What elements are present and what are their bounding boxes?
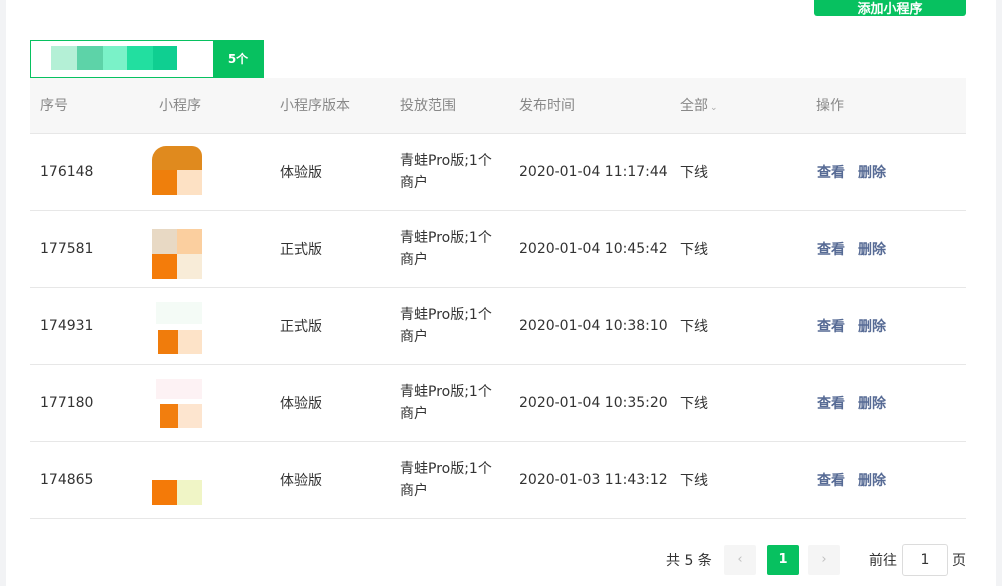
row-version: 体验版 bbox=[280, 165, 322, 181]
goto-suffix-label: 页 bbox=[952, 553, 966, 569]
delete-link[interactable]: 删除 bbox=[858, 316, 886, 336]
delete-link[interactable]: 删除 bbox=[858, 239, 886, 259]
row-actions: 查看 删除 bbox=[817, 134, 899, 210]
header-scope: 投放范围 bbox=[400, 98, 456, 114]
row-scope: 青蛙Pro版;1个商户 bbox=[400, 153, 492, 191]
content-panel: 添加小程序 5个 序号 小程序 小程序版本 投放范围 发布时间 全部 ⌄ 操作 1… bbox=[6, 0, 996, 586]
chevron-left-icon: ‹ bbox=[737, 552, 743, 567]
miniprogram-thumbnail bbox=[152, 298, 202, 354]
delete-link[interactable]: 删除 bbox=[858, 393, 886, 413]
row-actions: 查看 删除 bbox=[817, 442, 899, 518]
table-row: 174931 正式版 青蛙Pro版;1个商户 2020-01-04 10:38:… bbox=[30, 288, 966, 365]
view-link[interactable]: 查看 bbox=[817, 470, 845, 490]
table-header: 序号 小程序 小程序版本 投放范围 发布时间 全部 ⌄ 操作 bbox=[30, 78, 966, 134]
table-row: 176148 体验版 青蛙Pro版;1个商户 2020-01-04 11:17:… bbox=[30, 134, 966, 211]
table-row: 174865 体验版 青蛙Pro版;1个商户 2020-01-03 11:43:… bbox=[30, 442, 966, 519]
page-number-current[interactable]: 1 bbox=[767, 545, 799, 575]
row-status: 下线 bbox=[680, 242, 708, 258]
filter-count-badge: 5个 bbox=[213, 41, 263, 77]
chevron-right-icon: › bbox=[821, 552, 827, 567]
row-scope: 青蛙Pro版;1个商户 bbox=[400, 461, 492, 499]
row-publish-time: 2020-01-04 10:45:42 bbox=[519, 241, 668, 257]
header-operations: 操作 bbox=[816, 98, 844, 114]
add-miniprogram-button[interactable]: 添加小程序 bbox=[814, 0, 966, 16]
row-actions: 查看 删除 bbox=[817, 288, 899, 364]
miniprogram-thumbnail bbox=[152, 375, 202, 431]
header-version: 小程序版本 bbox=[280, 98, 350, 114]
status-filter-label: 全部 bbox=[680, 98, 708, 114]
row-actions: 查看 删除 bbox=[817, 365, 899, 441]
row-status: 下线 bbox=[680, 319, 708, 335]
row-version: 正式版 bbox=[280, 319, 322, 335]
row-status: 下线 bbox=[680, 165, 708, 181]
goto-page-input[interactable] bbox=[902, 544, 948, 576]
row-status: 下线 bbox=[680, 473, 708, 489]
next-page-button[interactable]: › bbox=[808, 545, 840, 575]
row-publish-time: 2020-01-04 10:35:20 bbox=[519, 395, 668, 411]
miniprogram-thumbnail bbox=[152, 221, 202, 279]
row-scope: 青蛙Pro版;1个商户 bbox=[400, 230, 492, 268]
row-publish-time: 2020-01-04 11:17:44 bbox=[519, 164, 668, 180]
header-id: 序号 bbox=[40, 98, 68, 114]
pagination-total: 共 5 条 bbox=[666, 553, 712, 569]
view-link[interactable]: 查看 bbox=[817, 239, 845, 259]
miniprogram-filter-tag[interactable]: 5个 bbox=[30, 40, 264, 78]
prev-page-button[interactable]: ‹ bbox=[724, 545, 756, 575]
row-id: 174865 bbox=[40, 472, 94, 488]
table-row: 177180 体验版 青蛙Pro版;1个商户 2020-01-04 10:35:… bbox=[30, 365, 966, 442]
view-link[interactable]: 查看 bbox=[817, 393, 845, 413]
row-publish-time: 2020-01-04 10:38:10 bbox=[519, 318, 668, 334]
filter-name-mosaic bbox=[31, 41, 213, 77]
row-version: 体验版 bbox=[280, 396, 322, 412]
row-actions: 查看 删除 bbox=[817, 211, 899, 287]
table-row: 177581 正式版 青蛙Pro版;1个商户 2020-01-04 10:45:… bbox=[30, 211, 966, 288]
row-id: 176148 bbox=[40, 164, 94, 180]
delete-link[interactable]: 删除 bbox=[858, 470, 886, 490]
row-version: 正式版 bbox=[280, 242, 322, 258]
row-id: 177180 bbox=[40, 395, 94, 411]
row-id: 177581 bbox=[40, 241, 94, 257]
row-status: 下线 bbox=[680, 396, 708, 412]
status-filter-dropdown[interactable]: 全部 ⌄ bbox=[680, 78, 718, 136]
goto-prefix-label: 前往 bbox=[869, 553, 897, 569]
row-version: 体验版 bbox=[280, 473, 322, 489]
chevron-down-icon: ⌄ bbox=[710, 103, 718, 113]
header-publish-time: 发布时间 bbox=[519, 98, 575, 114]
delete-link[interactable]: 删除 bbox=[858, 162, 886, 182]
row-scope: 青蛙Pro版;1个商户 bbox=[400, 307, 492, 345]
view-link[interactable]: 查看 bbox=[817, 162, 845, 182]
row-id: 174931 bbox=[40, 318, 94, 334]
header-miniprogram: 小程序 bbox=[159, 98, 201, 114]
miniprogram-thumbnail bbox=[152, 144, 202, 200]
miniprogram-thumbnail bbox=[152, 452, 202, 508]
row-scope: 青蛙Pro版;1个商户 bbox=[400, 384, 492, 422]
view-link[interactable]: 查看 bbox=[817, 316, 845, 336]
row-publish-time: 2020-01-03 11:43:12 bbox=[519, 472, 668, 488]
